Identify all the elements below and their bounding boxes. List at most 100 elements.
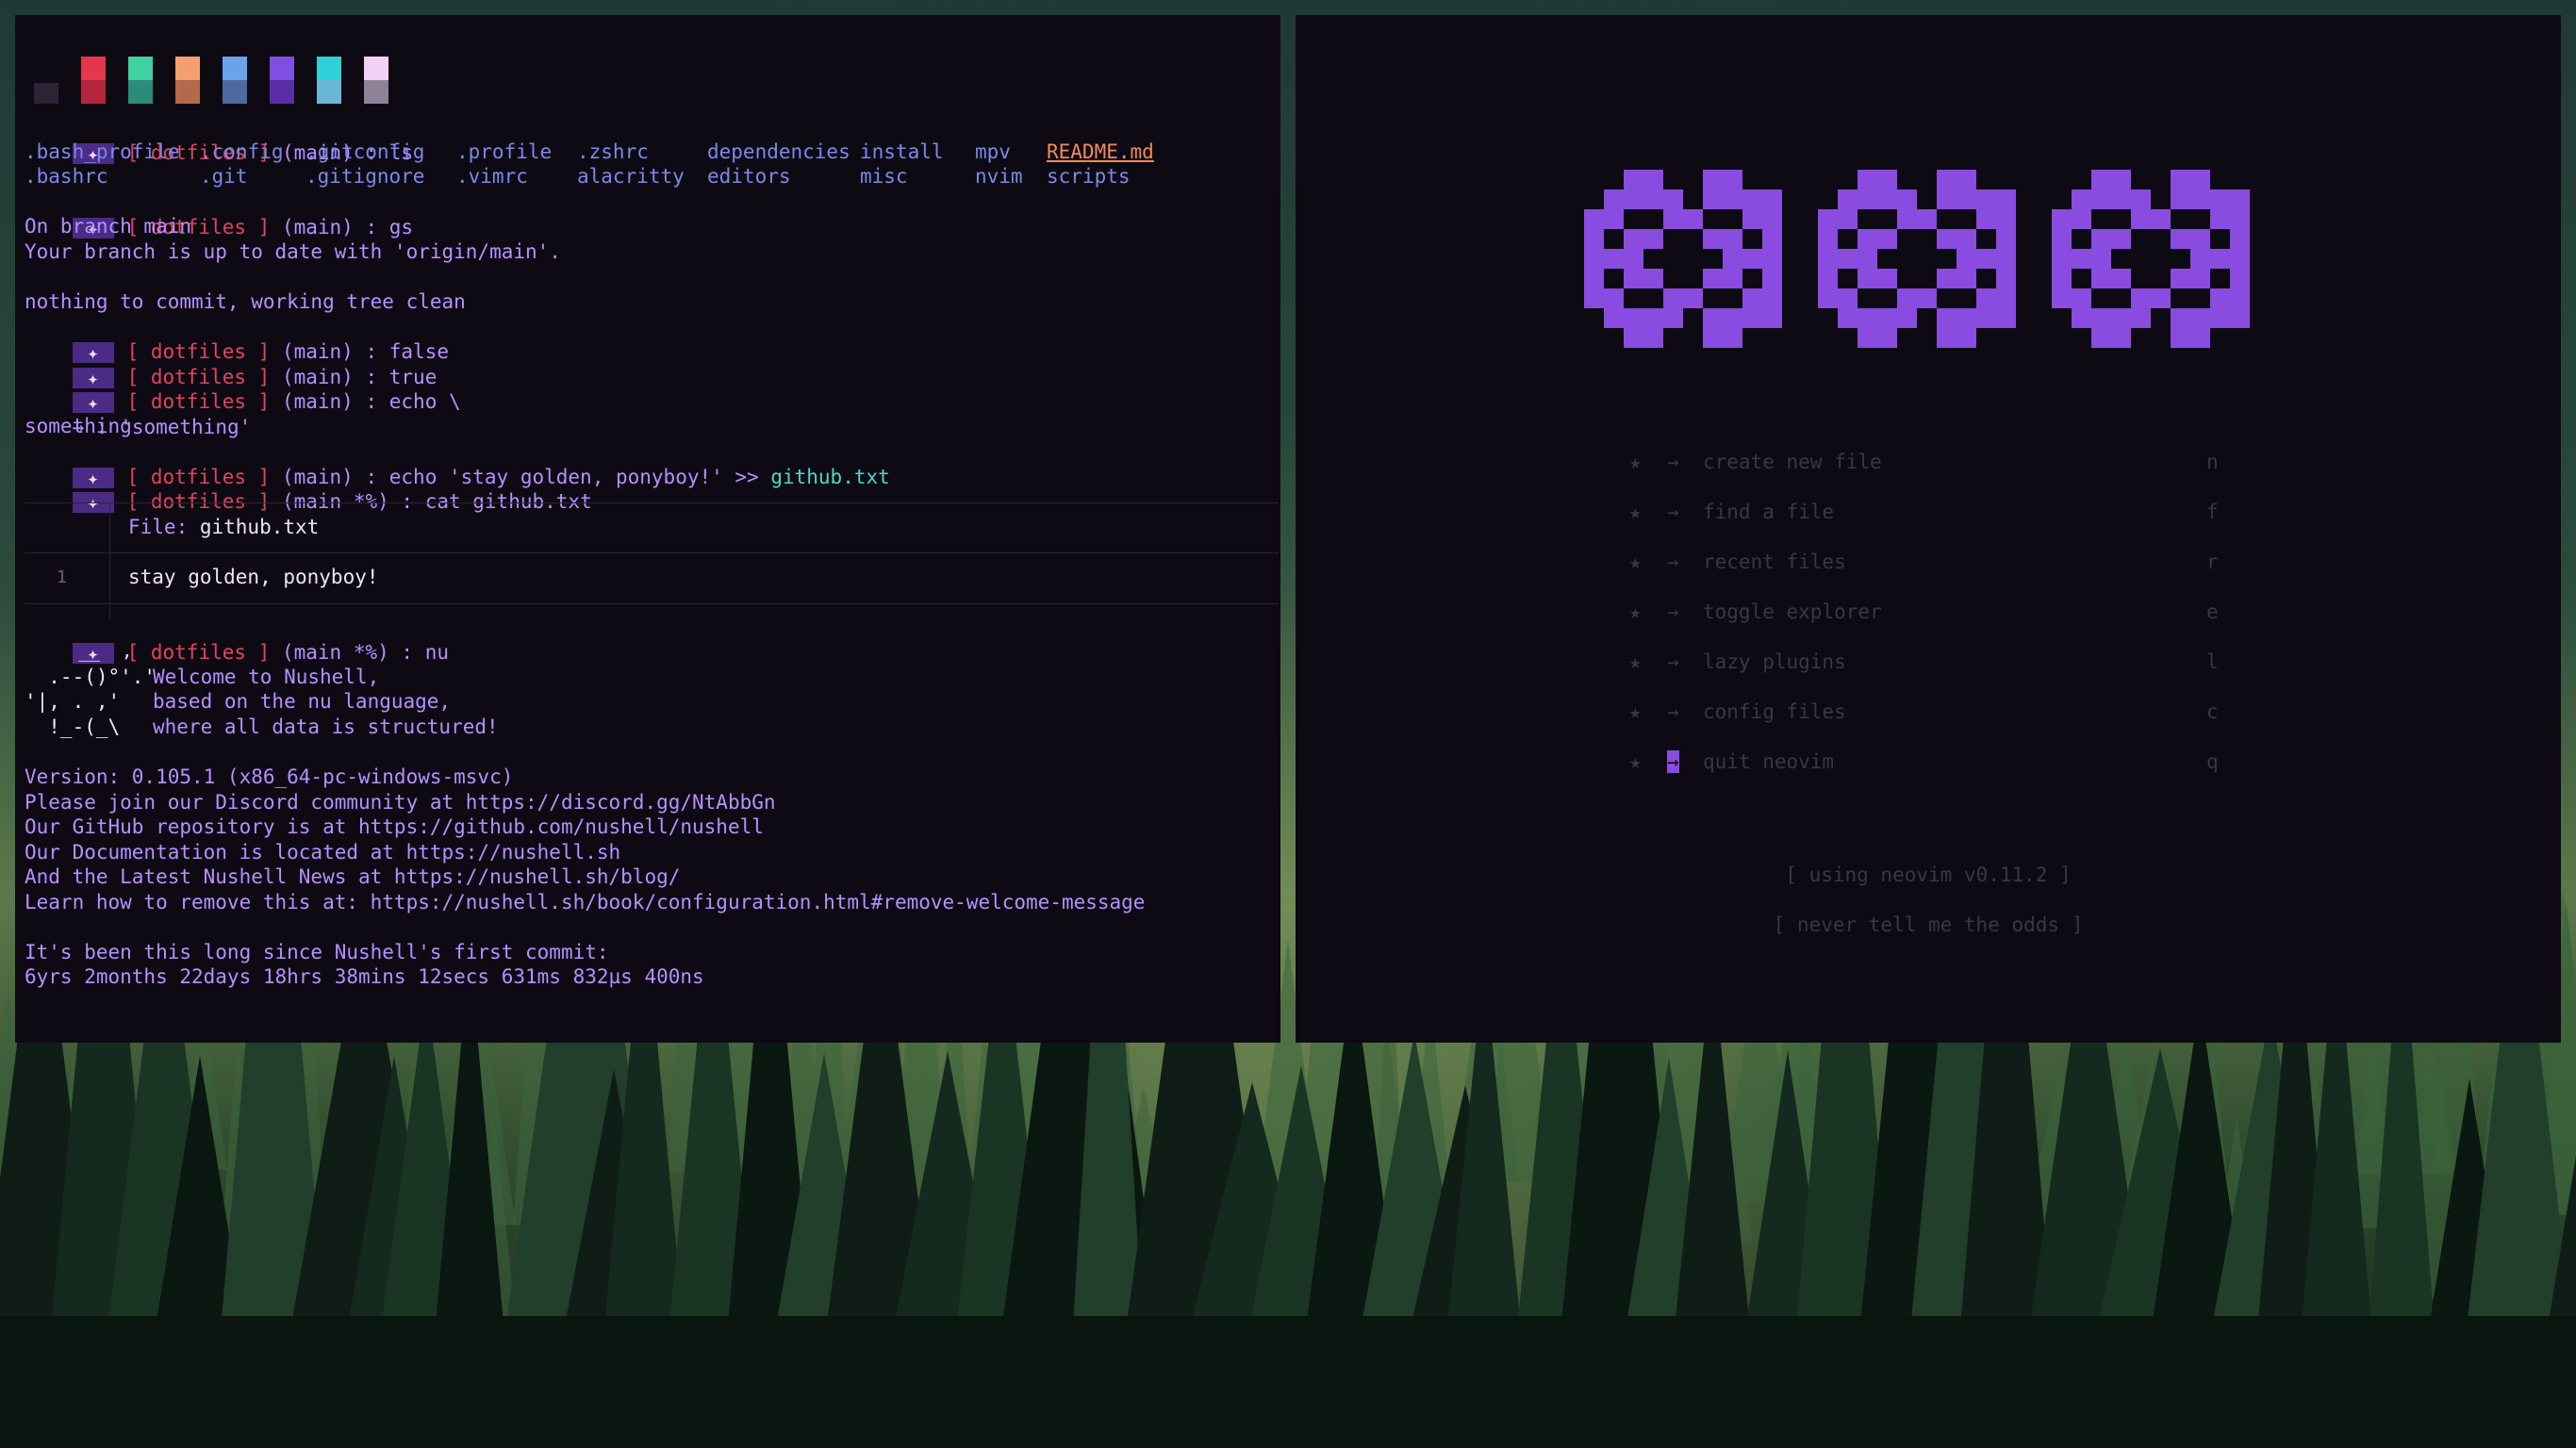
logo-pixel [1818, 209, 1838, 229]
logo-pixel [2072, 209, 2091, 229]
dashboard-item-label: config files [1703, 700, 1846, 723]
logo-pixel [1838, 209, 1858, 229]
logo-pixel [1584, 269, 1604, 288]
star-icon: ★ [1629, 650, 1642, 673]
logo-pixel [1742, 288, 1762, 308]
arrow-icon: → [1667, 700, 1679, 723]
logo-pixel [2230, 288, 2250, 308]
logo-pixel [2091, 269, 2111, 288]
star-icon: ★ [1629, 750, 1642, 773]
dashboard-item-q[interactable]: ★ → quit neovim q [1296, 750, 2561, 779]
logo-pixel [1996, 229, 2016, 249]
neovim-window[interactable]: ★ → create new file n ★ → find a file f ★ → recent… [1296, 15, 2561, 1043]
logo-pixel [1703, 170, 1723, 189]
logo-pixel [1996, 209, 2016, 229]
star-icon: ★ [1629, 451, 1642, 473]
logo-pixel [2111, 170, 2131, 189]
color-swatch [128, 57, 153, 104]
forest-floor [0, 1316, 2576, 1448]
terminal-window[interactable]: ✦[ dotfiles ] (main) : ls .bash_profile.… [15, 15, 1280, 1043]
logo-pixel [1762, 308, 1782, 328]
logo-pixel [1957, 170, 1976, 189]
git-status-line: Your branch is up to date with 'origin/m… [25, 240, 561, 263]
logo-pixel [2151, 209, 2171, 229]
ls-entry: .profile [456, 140, 553, 163]
logo-pixel [1643, 189, 1663, 209]
logo-pixel [2072, 249, 2091, 269]
prompt-line: ✦[ dotfiles ] (main) : true [25, 339, 437, 388]
logo-pixel [2190, 328, 2210, 348]
nu-info-line: And the Latest Nushell News at https://n… [25, 865, 681, 888]
dashboard-item-key: c [2206, 700, 2219, 723]
dashboard-item-c[interactable]: ★ → config files c [1296, 700, 2561, 729]
logo-pixel [1897, 209, 1917, 229]
logo-pixel [1996, 249, 2016, 269]
logo-pixel [1957, 269, 1976, 288]
logo-pixel [1976, 249, 1996, 269]
ls-entry: .gitconfig [305, 140, 425, 163]
logo-pixel [2171, 308, 2190, 328]
logo-pixel [2230, 189, 2250, 209]
prompt-line: ✦[ dotfiles ] (main) : echo \ [25, 364, 461, 413]
prompt-line: ✦[ dotfiles ] (main *%) : nu [25, 615, 449, 664]
dashboard-item-n[interactable]: ★ → create new file n [1296, 451, 2561, 479]
ls-entry: misc [860, 165, 908, 188]
nu-info-line: It's been this long since Nushell's firs… [25, 940, 609, 963]
dashboard-item-l[interactable]: ★ → lazy plugins l [1296, 650, 2561, 679]
logo-pixel [1624, 308, 1643, 328]
logo-pixel [1897, 308, 1917, 328]
logo-pixel [2190, 269, 2210, 288]
logo-pixel [2072, 189, 2091, 209]
dashboard-item-r[interactable]: ★ → recent files r [1296, 551, 2561, 579]
logo-pixel [1818, 249, 1838, 269]
logo-pixel [1996, 308, 2016, 328]
logo-pixel [1723, 328, 1742, 348]
star-icon: ★ [1629, 601, 1642, 623]
prompt-line: ✦[ dotfiles ] (main *%) : cat github.txt [25, 464, 592, 513]
bat-border-top [25, 502, 1279, 503]
logo-pixel [1996, 269, 2016, 288]
logo-pixel [1742, 249, 1762, 269]
logo-pixel [1976, 308, 1996, 328]
arrow-icon: → [1667, 650, 1679, 673]
logo-pixel [1742, 209, 1762, 229]
nu-info-line: Our Documentation is located at https://… [25, 840, 621, 864]
logo-pixel [1976, 288, 1996, 308]
bat-line-number: 1 [57, 568, 67, 587]
logo-pixel [2131, 189, 2151, 209]
ls-entry: .bashrc [25, 165, 108, 188]
logo-pixel [1937, 189, 1957, 209]
logo-pixel [1604, 209, 1624, 229]
arrow-icon: → [1667, 451, 1679, 473]
dashboard-item-label: lazy plugins [1703, 650, 1846, 673]
ls-entry: mpv [975, 140, 1011, 163]
logo-pixel [1838, 249, 1858, 269]
logo-pixel [1976, 189, 1996, 209]
dashboard-item-e[interactable]: ★ → toggle explorer e [1296, 601, 2561, 629]
logo-pixel [1996, 288, 2016, 308]
ls-entry: alacritty [577, 165, 685, 188]
logo-pixel [1624, 170, 1643, 189]
logo-pixel [2190, 229, 2210, 249]
bat-line-content: stay golden, ponyboy! [128, 566, 379, 588]
logo-pixel [1723, 249, 1742, 269]
color-swatch [175, 57, 200, 104]
echo-output: something [25, 415, 132, 437]
logo-pixel [1723, 170, 1742, 189]
arrow-icon: → [1667, 501, 1679, 523]
logo-pixel [2171, 269, 2190, 288]
logo-pixel [1957, 189, 1976, 209]
logo-pixel [1663, 308, 1683, 328]
logo-pixel [2052, 269, 2072, 288]
ls-entry: README.md [1047, 140, 1154, 163]
logo-pixel [1643, 229, 1663, 249]
color-swatch [81, 57, 106, 104]
ls-entry: scripts [1047, 165, 1131, 188]
logo-pixel [1762, 209, 1782, 229]
dashboard-item-f[interactable]: ★ → find a file f [1296, 501, 2561, 529]
logo-pixel [2072, 308, 2091, 328]
nu-info-line: 6yrs 2months 22days 18hrs 38mins 12secs … [25, 965, 704, 988]
logo-pixel [2210, 189, 2230, 209]
logo-pixel [1624, 328, 1643, 348]
logo-pixel [2171, 189, 2190, 209]
